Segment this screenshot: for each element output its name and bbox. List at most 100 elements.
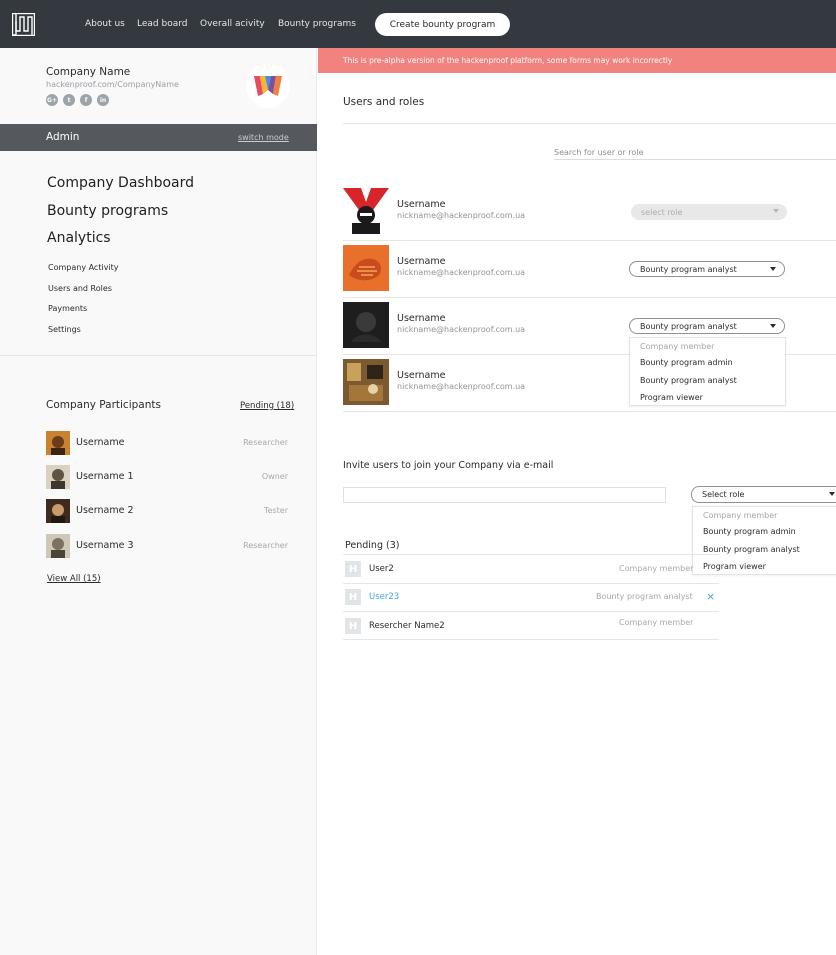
- facebook-icon[interactable]: f: [80, 94, 92, 106]
- alert-text: This is pre-alpha version of the hackenp…: [343, 56, 673, 65]
- role-select-value: Bounty program analyst: [640, 264, 737, 274]
- mode-bar: Admin switch mode: [0, 124, 317, 151]
- participant-name: Username 2: [76, 505, 134, 516]
- chevron-down-icon: [773, 209, 779, 213]
- role-select[interactable]: select role: [631, 204, 787, 220]
- avatar: [46, 431, 70, 455]
- nav-overall-activity[interactable]: Overall acivity: [200, 19, 265, 29]
- pending-title: Pending (3): [345, 540, 400, 551]
- company-name: Company Name: [46, 66, 131, 78]
- invite-role-select-value: Select role: [702, 490, 745, 499]
- company-w-logo-icon: [254, 76, 282, 96]
- user-email: nickname@hackenproof.com.ua: [397, 268, 526, 277]
- user-row: Username nickname@hackenproof.com.ua Bou…: [343, 240, 836, 297]
- avatar: [46, 499, 70, 523]
- divider: [343, 123, 836, 124]
- chevron-down-icon: [770, 324, 776, 328]
- sidebar-item-users-and-roles[interactable]: Users and Roles: [48, 284, 112, 293]
- sidebar-item-company-activity[interactable]: Company Activity: [48, 263, 119, 272]
- avatar: [343, 188, 389, 234]
- sidebar: Company Name hackenproof.com/CompanyName…: [0, 48, 317, 955]
- company-logo: [246, 64, 290, 108]
- invite-title: Invite users to join your Company via e-…: [343, 460, 554, 471]
- close-icon[interactable]: ×: [706, 590, 715, 603]
- top-navigation-bar: About us Lead board Overall acivity Boun…: [0, 0, 836, 48]
- user-name: Username: [397, 199, 446, 210]
- role-option-bounty-program-admin[interactable]: Bounty program admin: [640, 358, 733, 367]
- role-dropdown-menu: Company member Bounty program admin Boun…: [629, 337, 786, 406]
- chevron-down-icon: [770, 267, 776, 271]
- sidebar-item-analytics[interactable]: Analytics: [47, 230, 111, 246]
- social-links: G+ t f in: [46, 94, 109, 106]
- divider: [343, 639, 719, 640]
- pending-user-role: Company member: [619, 564, 694, 573]
- role-select[interactable]: Bounty program analyst: [629, 261, 785, 277]
- role-option-bounty-program-admin[interactable]: Bounty program admin: [703, 527, 796, 536]
- divider: [343, 411, 836, 412]
- google-plus-icon[interactable]: G+: [46, 94, 58, 106]
- pending-user-role: Bounty program analyst: [596, 592, 693, 601]
- participant-row[interactable]: Username 2 Tester: [46, 499, 290, 523]
- avatar: [343, 245, 389, 291]
- user-email: nickname@hackenproof.com.ua: [397, 211, 526, 220]
- user-email: nickname@hackenproof.com.ua: [397, 325, 526, 334]
- participants-title: Company Participants: [46, 399, 161, 411]
- hackenproof-logo[interactable]: [12, 13, 35, 36]
- pending-user-role: Company member: [619, 618, 694, 627]
- create-bounty-program-button[interactable]: Create bounty program: [375, 13, 510, 36]
- participant-row[interactable]: Username Researcher: [46, 431, 290, 455]
- view-all-participants-link[interactable]: View All (15): [47, 574, 101, 584]
- pending-user-name[interactable]: User23: [369, 592, 399, 602]
- company-url[interactable]: hackenproof.com/CompanyName: [46, 80, 179, 89]
- role-select[interactable]: Bounty program analyst: [629, 318, 785, 334]
- pre-alpha-alert: This is pre-alpha version of the hackenp…: [318, 48, 836, 73]
- role-select-value: Bounty program analyst: [640, 321, 737, 331]
- hackenproof-h-icon: H: [345, 618, 361, 634]
- sidebar-item-settings[interactable]: Settings: [48, 325, 81, 334]
- role-option-bounty-program-analyst[interactable]: Bounty program analyst: [703, 545, 800, 554]
- pending-row: H User23 Bounty program analyst ×: [343, 583, 719, 611]
- hackenproof-h-icon: H: [345, 589, 361, 605]
- sidebar-item-payments[interactable]: Payments: [48, 304, 87, 313]
- participant-role: Owner: [261, 472, 288, 481]
- mode-label: Admin: [46, 131, 80, 143]
- participant-role: Researcher: [243, 438, 288, 447]
- invite-email-field[interactable]: [343, 487, 666, 503]
- twitter-icon[interactable]: t: [63, 94, 75, 106]
- search-input[interactable]: [554, 146, 836, 160]
- participant-row[interactable]: Username 1 Owner: [46, 465, 290, 489]
- page-title: Users and roles: [343, 96, 425, 108]
- role-select-value: select role: [641, 207, 683, 217]
- user-name: Username: [397, 370, 446, 381]
- participant-row[interactable]: Username 3 Researcher: [46, 534, 290, 558]
- nav-bounty-programs[interactable]: Bounty programs: [278, 19, 356, 29]
- pending-user-name: Resercher Name2: [369, 621, 445, 631]
- role-option-program-viewer[interactable]: Program viewer: [640, 393, 703, 402]
- nav-lead-board[interactable]: Lead board: [137, 19, 187, 29]
- switch-mode-link[interactable]: switch mode: [238, 133, 289, 142]
- invite-role-select[interactable]: Select role: [691, 486, 836, 503]
- avatar: [343, 302, 389, 348]
- pending-participants-link[interactable]: Pending (18): [240, 401, 294, 411]
- avatar: [46, 534, 70, 558]
- avatar: [46, 465, 70, 489]
- user-row: Username nickname@hackenproof.com.ua sel…: [343, 183, 836, 240]
- avatar: [343, 359, 389, 405]
- sidebar-divider: [0, 355, 317, 356]
- participant-name: Username: [76, 437, 125, 448]
- pending-user-name: User2: [369, 564, 394, 574]
- sidebar-item-company-dashboard[interactable]: Company Dashboard: [47, 175, 194, 191]
- role-option-bounty-program-analyst[interactable]: Bounty program analyst: [640, 376, 737, 385]
- nav-about-us[interactable]: About us: [85, 19, 125, 29]
- participant-name: Username 1: [76, 471, 134, 482]
- user-name: Username: [397, 313, 446, 324]
- linkedin-icon[interactable]: in: [97, 94, 109, 106]
- role-option-company-member[interactable]: Company member: [703, 511, 777, 520]
- participant-name: Username 3: [76, 540, 134, 551]
- participant-role: Researcher: [243, 541, 288, 550]
- sidebar-item-bounty-programs[interactable]: Bounty programs: [47, 203, 168, 219]
- role-option-company-member[interactable]: Company member: [640, 342, 714, 351]
- pending-row: H Resercher Name2 Company member: [343, 612, 719, 640]
- pending-row: H User2 Company member: [343, 555, 719, 583]
- hackenproof-h-icon: H: [345, 561, 361, 577]
